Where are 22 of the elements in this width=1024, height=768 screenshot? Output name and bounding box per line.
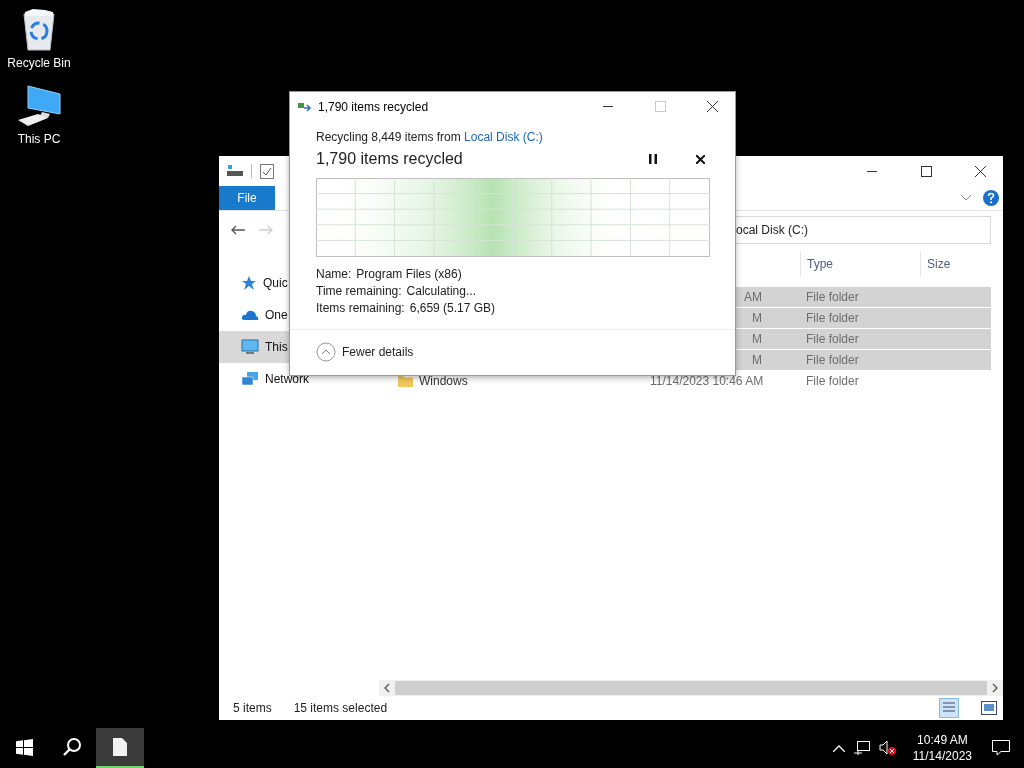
table-cell-text: File folder xyxy=(805,311,860,325)
table-cell: Windows xyxy=(419,374,468,388)
table-cell-text: AM xyxy=(743,290,762,304)
table-cell-text: M xyxy=(751,353,762,367)
detail-label: Items remaining: xyxy=(316,300,405,315)
table-cell-text: File folder xyxy=(805,290,860,304)
detail-label: Name: xyxy=(316,266,352,281)
table-cell-text: M xyxy=(751,332,762,346)
table-cell-text: File folder xyxy=(805,353,860,367)
table-cell-text: M xyxy=(751,311,762,325)
dialog-title: 1,790 items recycled xyxy=(318,99,429,114)
table-cell-text: File folder xyxy=(805,374,860,388)
selection-count: 15 items selected xyxy=(293,701,388,715)
progress-heading: 1,790 items recycled xyxy=(316,150,464,168)
table-cell-text: File folder xyxy=(805,332,860,346)
summary-text: Recycling 8,449 items from Local Disk (C:) xyxy=(316,130,544,144)
table-cell: 11/14/2023 10:46 AM xyxy=(650,374,762,388)
detail-value: Program Files (x86) xyxy=(356,266,462,281)
item-count: 5 items xyxy=(233,701,272,715)
detail-label: Time remaining: xyxy=(316,283,402,298)
detail-value: Calculating... xyxy=(406,283,476,298)
detail-value: 6,659 (5.17 GB) xyxy=(409,300,496,315)
